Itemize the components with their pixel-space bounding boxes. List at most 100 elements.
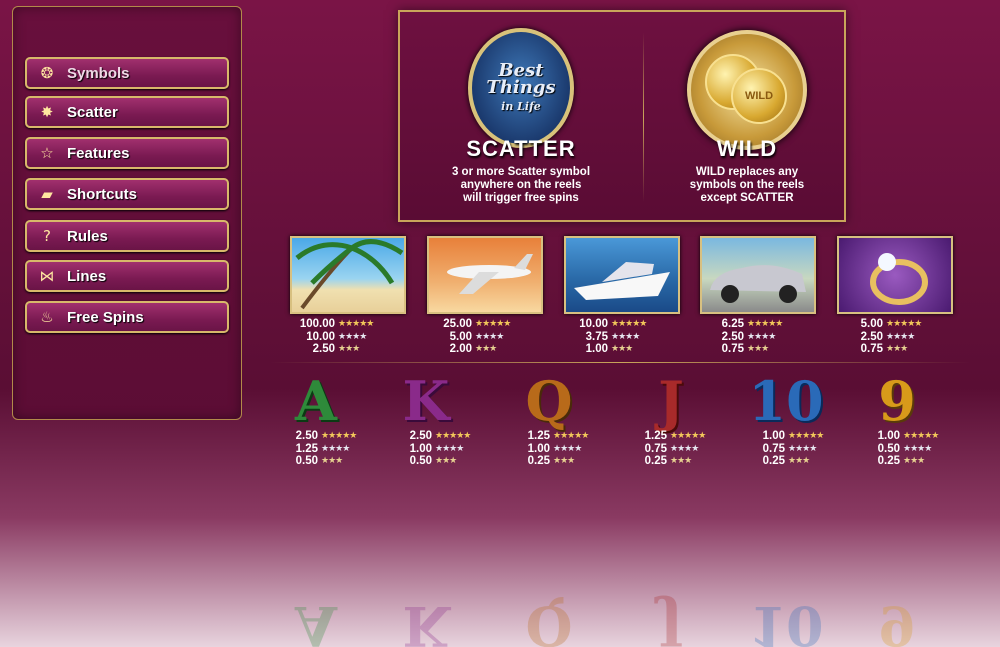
pay-value: 100.00	[299, 318, 335, 331]
pay-value: 0.25	[877, 455, 900, 468]
yacht-icon	[574, 262, 670, 300]
stars-icon: ★★★	[553, 456, 575, 467]
paytable-j: 1.25 ★★★★★ 0.75 ★★★★ 0.25 ★★★	[617, 430, 727, 468]
stars-icon: ★★★★	[886, 331, 915, 342]
menu-button-features[interactable]: ☆ Features	[25, 137, 229, 169]
paytable-beach: 100.00 ★★★★★ 10.00 ★★★★ 2.50 ★★★	[285, 318, 395, 356]
stars-icon: ★★★	[670, 456, 692, 467]
desc-line: will trigger free spins	[463, 192, 579, 204]
car-icon	[710, 265, 806, 303]
menu-button-lines[interactable]: ⋈ Lines	[25, 260, 229, 292]
pay-value: 1.25	[644, 430, 667, 443]
paytable-ring: 5.00 ★★★★★ 2.50 ★★★★ 0.75 ★★★	[833, 318, 943, 356]
menu-button-symbols[interactable]: ❂ Symbols	[25, 57, 229, 89]
stars-icon: ★★★	[475, 344, 497, 355]
scatter-symbol-image: Best Things in Life	[468, 28, 574, 148]
palm-icon	[295, 239, 404, 310]
reflection-glyph: K	[402, 594, 450, 647]
pay-value: 2.50	[860, 330, 883, 343]
pay-value: 2.50	[295, 430, 318, 443]
pay-value: 0.50	[877, 442, 900, 455]
card-symbol-j: J	[658, 369, 684, 433]
paytable-jet: 25.00 ★★★★★ 5.00 ★★★★ 2.00 ★★★	[422, 318, 532, 356]
pay-value: 1.00	[527, 442, 550, 455]
menu-label: Symbols	[67, 64, 130, 82]
scatter-title: SCATTER	[466, 136, 576, 161]
pay-value: 0.25	[644, 455, 667, 468]
card-symbol-k: K	[402, 369, 450, 433]
menu-label: Shortcuts	[67, 185, 138, 203]
symbols-icon: ❂	[40, 64, 54, 82]
stars-icon: ★★★★★	[338, 319, 374, 330]
stars-icon: ★★★★★	[611, 319, 647, 330]
stars-icon: ★★★★	[903, 443, 932, 454]
beach-symbol-image	[290, 236, 406, 314]
desc-line: except SCATTER	[700, 192, 794, 204]
menu-label: Features	[67, 144, 130, 162]
desc-line: 3 or more Scatter symbol	[451, 166, 591, 178]
paytable-screen: ❂ Symbols ✸ Scatter ☆ Features ▰ Shortcu…	[0, 0, 1000, 647]
pay-value: 0.75	[721, 343, 744, 356]
paytable-10: 1.00 ★★★★★ 0.75 ★★★★ 0.25 ★★★	[735, 430, 845, 468]
pay-value: 2.00	[449, 343, 472, 356]
stars-icon: ★★★★	[338, 331, 367, 342]
paytable-a: 2.50 ★★★★★ 1.25 ★★★★ 0.50 ★★★	[268, 430, 378, 468]
stars-icon: ★★★★★	[553, 431, 589, 442]
stars-icon: ★★★★	[435, 443, 464, 454]
wild-symbol-image: WILD	[687, 30, 807, 150]
pay-value: 1.00	[762, 430, 785, 443]
menu-button-scatter[interactable]: ✸ Scatter	[25, 96, 229, 128]
card-symbol-a: A	[295, 369, 337, 433]
ring-icon	[870, 253, 928, 305]
pay-value: 0.75	[762, 442, 785, 455]
pay-value: 5.00	[860, 318, 883, 331]
wild-title: WILD	[716, 136, 778, 161]
reflection-glyph: 9	[878, 594, 916, 647]
stars-icon: ★★★★	[611, 331, 640, 342]
stars-icon: ★★★	[321, 456, 343, 467]
paytable-yacht: 10.00 ★★★★★ 3.75 ★★★★ 1.00 ★★★	[558, 318, 668, 356]
stars-icon: ★★★★★	[747, 319, 783, 330]
pay-value: 1.00	[409, 442, 432, 455]
stars-icon: ★★★★★	[788, 431, 824, 442]
pay-value: 0.25	[762, 455, 785, 468]
wild-description: WILD replaces any symbols on the reels e…	[636, 166, 858, 205]
stars-icon: ★★★★★	[435, 431, 471, 442]
stars-icon: ★★★★★	[670, 431, 706, 442]
keyboard-icon: ▰	[41, 185, 53, 203]
emblem-text: Things	[486, 76, 556, 98]
pay-value: 6.25	[721, 318, 744, 331]
stars-icon: ★★★★	[670, 443, 699, 454]
help-menu-panel: ❂ Symbols ✸ Scatter ☆ Features ▰ Shortcu…	[12, 6, 242, 420]
question-icon: ?	[43, 227, 51, 245]
ring-symbol-image	[837, 236, 953, 314]
stars-icon: ★★★★	[321, 443, 350, 454]
card-symbol-9: 9	[878, 369, 916, 433]
stars-icon: ★★★★	[788, 443, 817, 454]
pay-value: 2.50	[312, 343, 335, 356]
reflection-glyph: A	[295, 594, 337, 647]
pay-value: 0.75	[644, 442, 667, 455]
paytable-car: 6.25 ★★★★★ 2.50 ★★★★ 0.75 ★★★	[694, 318, 804, 356]
pay-value: 1.00	[585, 343, 608, 356]
stars-icon: ★★★	[611, 344, 633, 355]
stars-icon: ★★★	[886, 344, 908, 355]
separator	[270, 362, 970, 363]
menu-button-shortcuts[interactable]: ▰ Shortcuts	[25, 178, 229, 210]
emblem-text: in Life	[501, 99, 541, 113]
menu-label: Rules	[67, 227, 108, 245]
menu-label: Scatter	[67, 103, 118, 121]
pay-value: 0.50	[409, 455, 432, 468]
star-icon: ☆	[40, 144, 54, 162]
card-symbol-q: Q	[525, 369, 573, 433]
special-symbols-box: Best Things in Life SCATTER 3 or more Sc…	[398, 10, 846, 222]
stars-icon: ★★★	[338, 344, 360, 355]
paytable-k: 2.50 ★★★★★ 1.00 ★★★★ 0.50 ★★★	[382, 430, 492, 468]
reflection-glyph: J	[658, 594, 684, 647]
desc-line: WILD replaces any	[695, 166, 799, 178]
menu-button-free-spins[interactable]: ♨ Free Spins	[25, 301, 229, 333]
pay-value: 0.50	[295, 455, 318, 468]
pay-value: 3.75	[585, 330, 608, 343]
menu-button-rules[interactable]: ? Rules	[25, 220, 229, 252]
stars-icon: ★★★★	[747, 331, 776, 342]
